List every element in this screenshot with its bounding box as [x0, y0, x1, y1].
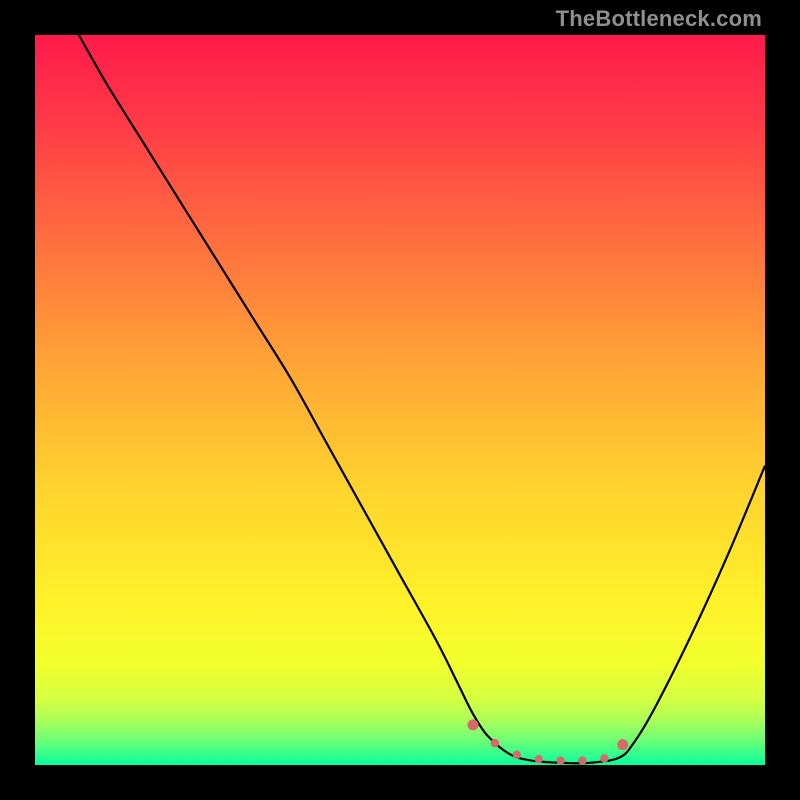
chart-frame: TheBottleneck.com — [0, 0, 800, 800]
marker-dot — [578, 756, 586, 764]
marker-dot — [535, 755, 543, 763]
marker-dot — [491, 739, 499, 747]
plot-area — [35, 35, 765, 765]
marker-dot — [468, 719, 479, 730]
bottleneck-curve — [35, 35, 765, 765]
marker-dot — [556, 756, 564, 764]
marker-dot — [617, 739, 628, 750]
marker-dot — [513, 751, 521, 759]
marker-dot — [600, 754, 608, 762]
watermark-text: TheBottleneck.com — [556, 6, 762, 32]
